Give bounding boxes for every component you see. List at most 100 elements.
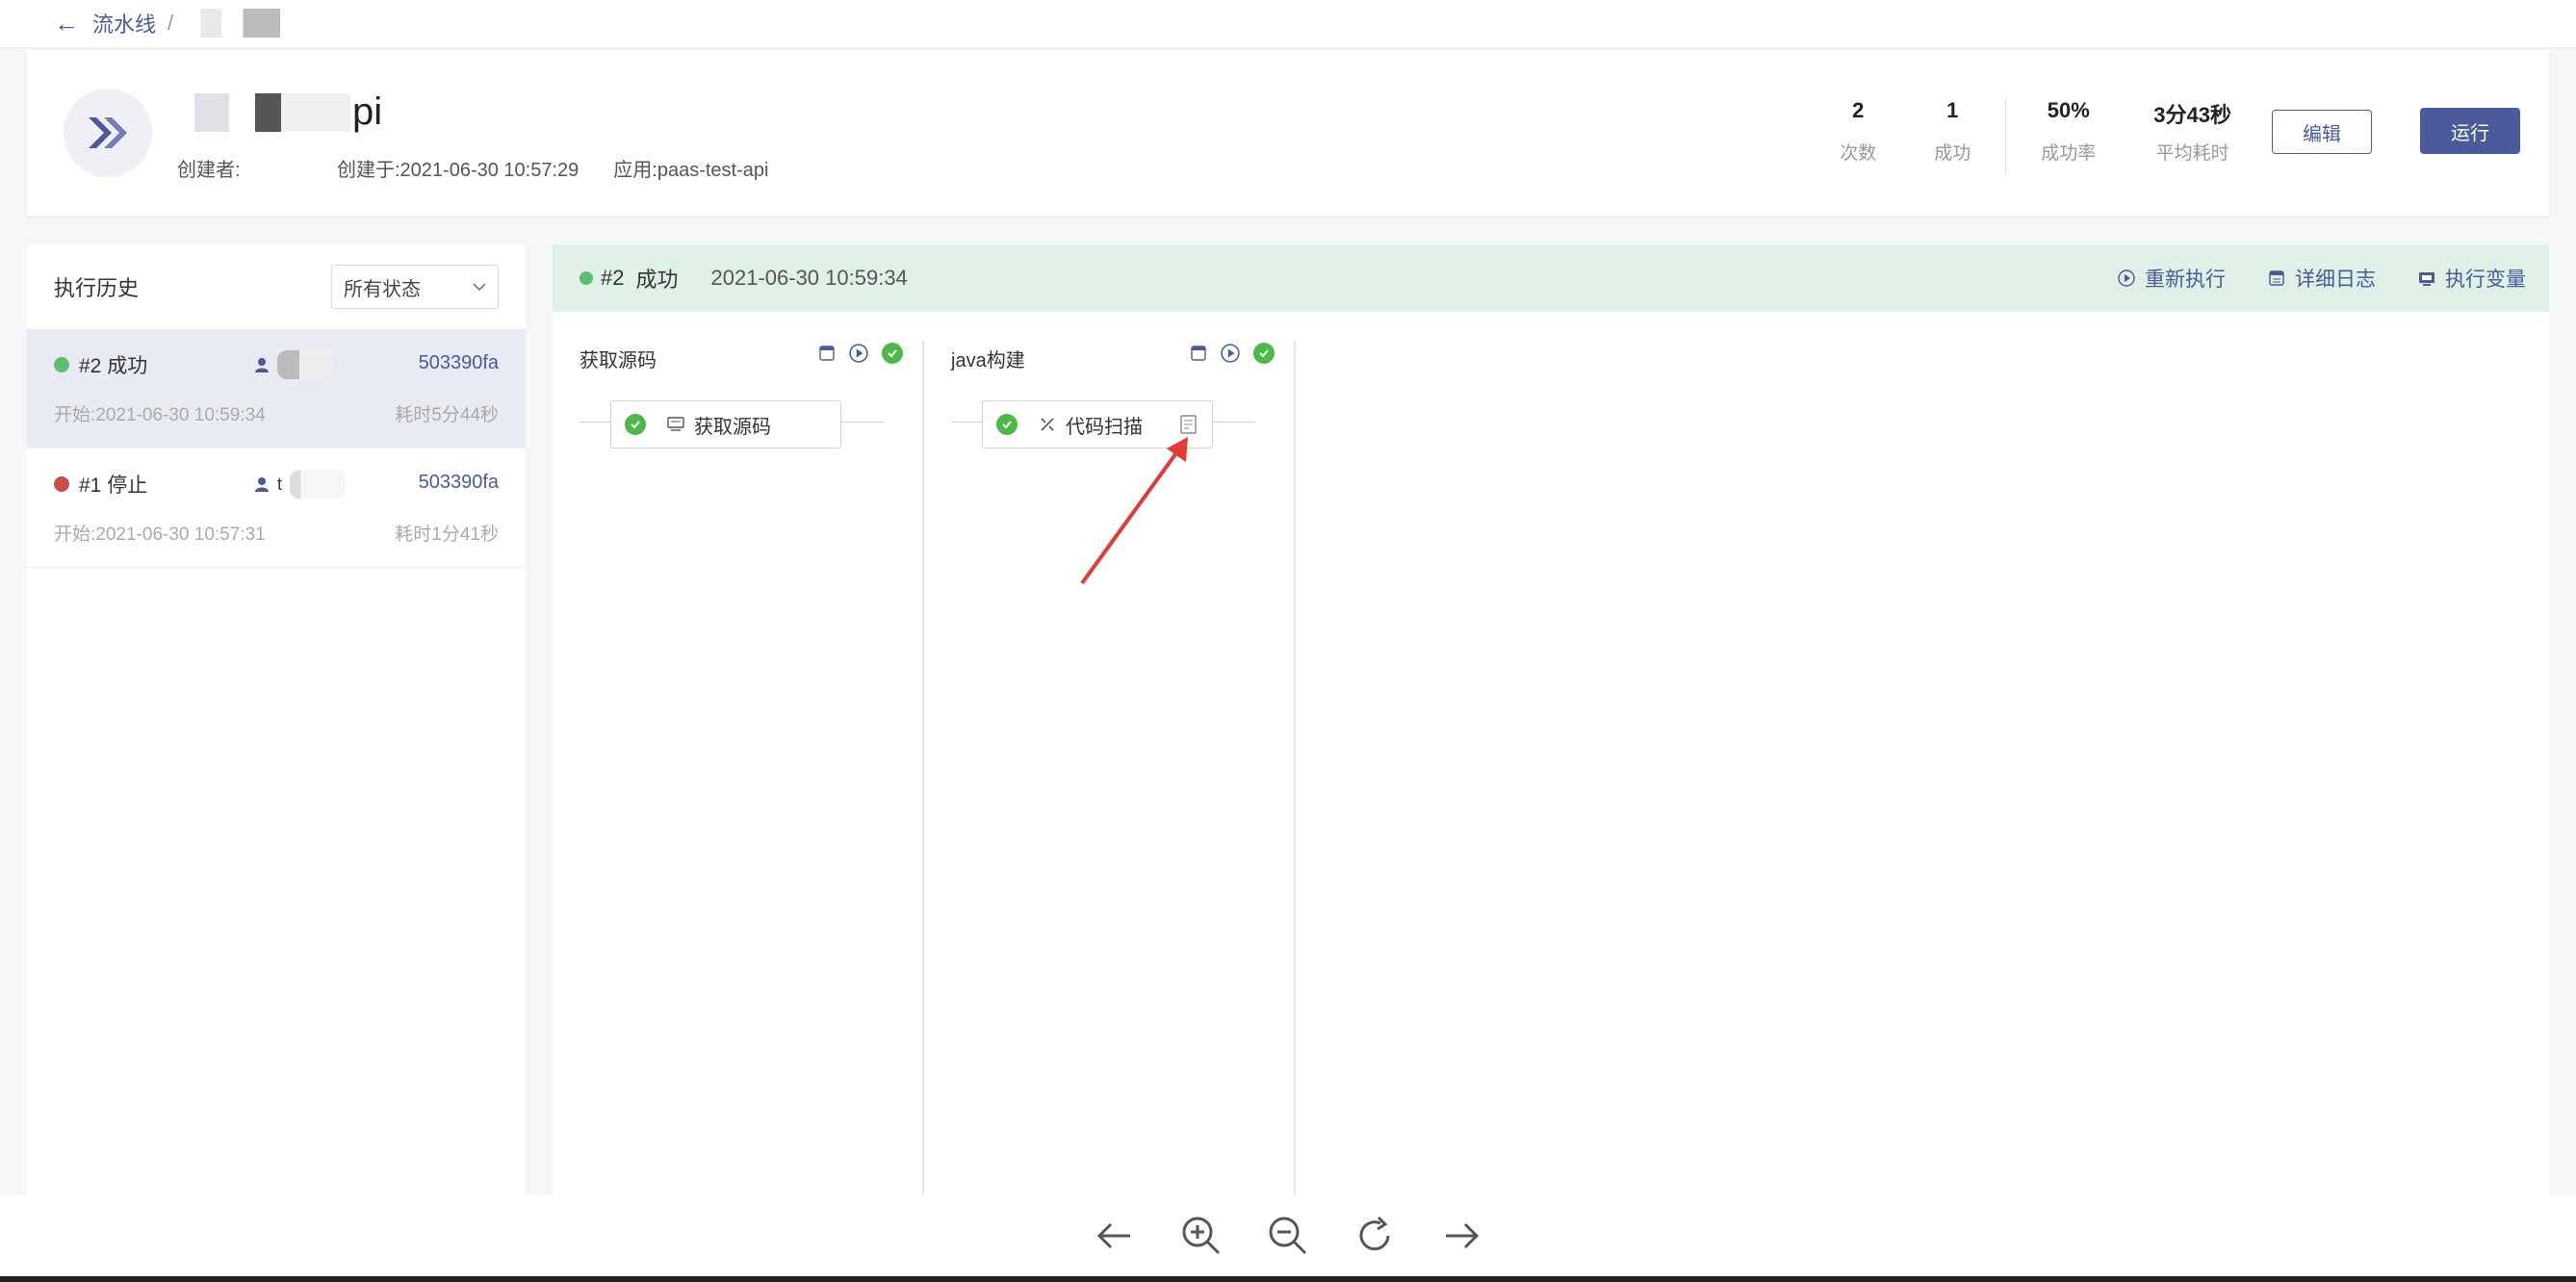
breadcrumb: ← 流水线 / [54,8,292,38]
history-duration: 耗时1分41秒 [395,525,499,545]
log-icon[interactable] [818,345,836,362]
job-name: 获取源码 [694,416,771,438]
rotate-icon [1359,1216,1390,1251]
log-icon [2269,270,2284,286]
history-commit[interactable]: 503390fa [419,472,499,494]
vars-label: 执行变量 [2445,269,2526,291]
history-start: 开始:2021-06-30 10:57:31 [54,525,266,545]
pipeline-title-masked [177,92,350,132]
run-status-bar: #2 成功 2021-06-30 10:59:34 重新执行 详细日志 执行变量 [553,244,2549,312]
stage-name: 获取源码 [580,350,657,372]
success-check-icon [882,343,903,364]
pipeline-header: pi 创建者: 创建于:2021-06-30 10:57:29 应用:paas-… [27,50,2549,216]
log-icon[interactable] [1190,345,1207,362]
run-actions: 重新执行 详细日志 执行变量 [2118,244,2526,312]
creator-label: 创建者: [177,160,241,181]
arrow-left-icon [1096,1222,1130,1249]
status-filter-select[interactable]: 所有状态 [331,265,499,309]
pipeline-title-suffix: pi [352,90,383,133]
breadcrumb-separator: / [167,11,174,35]
created-at: 创建于:2021-06-30 10:57:29 [337,160,580,181]
app-name: 应用:paas-test-api [613,160,769,181]
execution-history-panel: 执行历史 所有状态 #2 成功 503390fa 开始:2021-06-30 1… [27,244,526,1207]
stat-value: 50% [2047,98,2090,122]
rerun-button[interactable]: 重新执行 [2118,264,2226,293]
run-detail-panel: #2 成功 2021-06-30 10:59:34 重新执行 详细日志 执行变量… [553,244,2549,1207]
play-circle-icon [2118,269,2135,287]
rotate-button[interactable] [1351,1212,1399,1260]
stat-label: 平均耗时 [2155,143,2229,164]
code-scan-icon [1041,418,1054,431]
run-button[interactable]: 运行 [2420,108,2520,154]
report-icon[interactable] [1179,414,1198,435]
zoom-in-icon [1182,1217,1221,1255]
history-item[interactable]: #2 成功 503390fa 开始:2021-06-30 10:59:34 耗时… [27,329,526,449]
history-user: t [254,470,347,499]
user-name-masked [277,350,333,379]
stat-divider [2005,98,2007,175]
stat-success-rate: 50% 成功率 [2012,98,2125,165]
arrow-right-icon [1446,1222,1480,1249]
bottom-toolbar [0,1195,2576,1282]
stat-label: 成功 [1934,143,1971,164]
user-name-masked [290,470,347,499]
run-time: 2021-06-30 10:59:34 [710,266,908,290]
stage-name: java构建 [951,350,1025,372]
stat-value: 1 [1946,98,1959,122]
stage-icons [818,343,903,364]
variables-icon [2419,272,2434,286]
stat-label: 成功率 [2041,143,2097,164]
run-number: #2 [601,266,625,290]
edit-button[interactable]: 编辑 [2272,110,2372,154]
zoom-in-button[interactable] [1177,1212,1225,1260]
breadcrumb-current-masked [185,9,292,38]
pipeline-stats: 2 次数 1 成功 50% 成功率 3分43秒 平均耗时 [1811,98,2260,175]
pipeline-meta: 创建者: 创建于:2021-06-30 10:57:29 应用:paas-tes… [177,154,803,182]
pipeline-title: pi [177,90,382,134]
zoom-out-icon [1269,1217,1307,1255]
top-bar: ← 流水线 / [0,0,2576,48]
previous-button[interactable] [1091,1212,1139,1260]
logs-label: 详细日志 [2295,269,2376,291]
success-status-dot [580,271,593,285]
user-icon [255,358,269,372]
zoom-out-button[interactable] [1264,1212,1312,1260]
stat-success: 1 成功 [1905,98,1999,165]
job-card[interactable]: 代码扫描 [982,400,1213,449]
stage-fetch-source: 获取源码 获取源码 [553,341,924,1207]
user-initial: t [277,474,283,494]
detail-logs-button[interactable]: 详细日志 [2268,264,2376,293]
job-card[interactable]: 获取源码 [610,400,841,449]
history-header: 执行历史 所有状态 [27,244,526,329]
history-duration: 耗时5分44秒 [395,405,499,425]
back-arrow-icon[interactable]: ← [54,9,79,38]
success-check-icon [996,414,1018,435]
stopped-status-dot [54,476,69,492]
stage-java-build: java构建 代码扫描 [924,341,1296,1207]
breadcrumb-pipeline-link[interactable]: 流水线 [92,8,156,38]
stat-count: 2 次数 [1811,98,1905,165]
run-status: 成功 [635,268,679,292]
stat-value: 2 [1852,98,1865,122]
stat-avg-duration: 3分43秒 平均耗时 [2125,98,2260,165]
job-name: 代码扫描 [1066,416,1143,438]
history-item[interactable]: #1 停止 t 503390fa 开始:2021-06-30 10:57:31 … [27,449,526,568]
next-button[interactable] [1437,1212,1485,1260]
play-circle-icon[interactable] [849,344,868,363]
rerun-label: 重新执行 [2145,269,2226,291]
history-start: 开始:2021-06-30 10:59:34 [54,405,266,425]
history-commit[interactable]: 503390fa [419,352,499,374]
stat-value: 3分43秒 [2153,103,2231,127]
exec-vars-button[interactable]: 执行变量 [2418,264,2526,293]
user-icon [255,477,269,492]
play-circle-icon[interactable] [1221,344,1240,363]
success-check-icon [625,414,646,435]
history-run-label: #2 成功 [79,355,148,377]
history-user [254,350,333,379]
stage-icons [1190,343,1275,364]
status-filter-value: 所有状态 [344,278,421,300]
stat-label: 次数 [1840,143,1877,164]
history-title: 执行历史 [54,276,140,300]
success-check-icon [1253,343,1275,364]
success-status-dot [54,357,69,372]
